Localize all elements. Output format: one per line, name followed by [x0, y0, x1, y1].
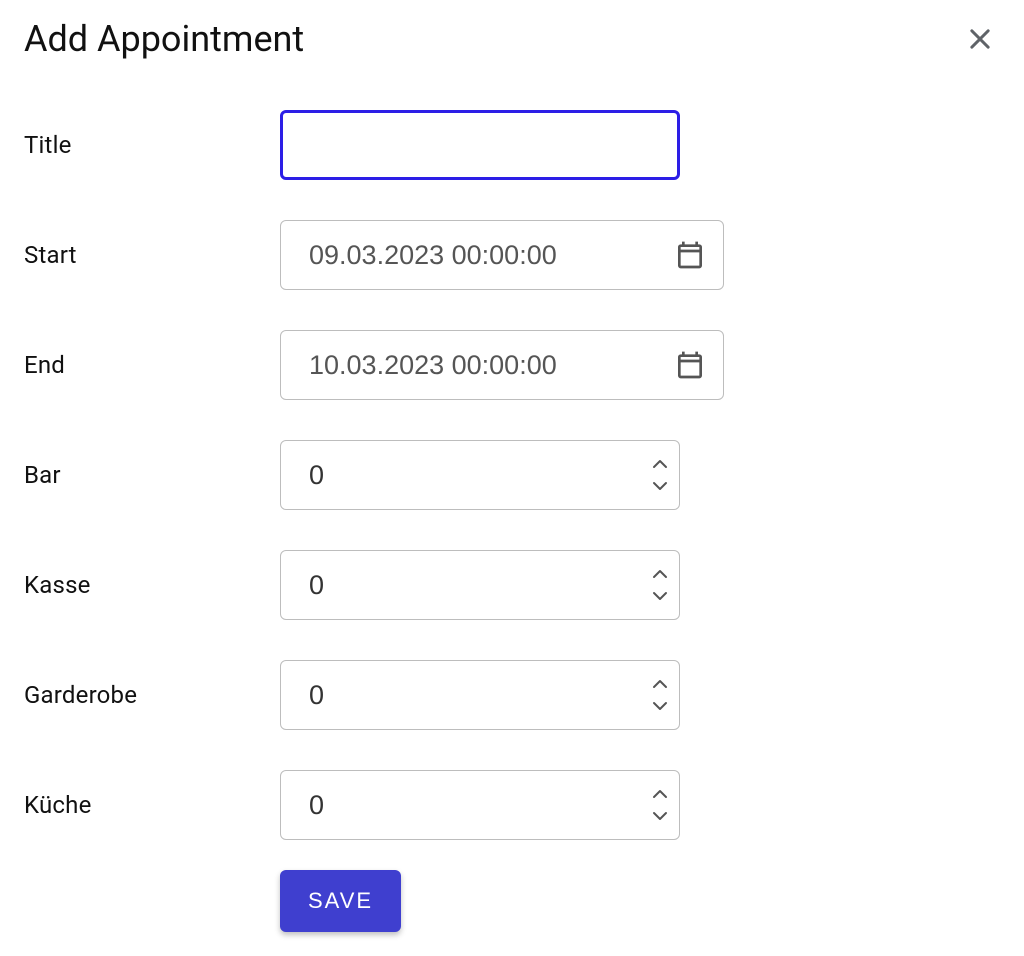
start-datetime-input[interactable]	[280, 220, 724, 290]
kasse-label: Kasse	[24, 571, 280, 599]
chevron-up-icon	[652, 459, 668, 469]
kasse-decrement-button[interactable]	[650, 589, 670, 603]
title-input[interactable]	[280, 110, 680, 180]
appointment-form: Title Start End Bar	[0, 70, 1024, 956]
bar-increment-button[interactable]	[650, 457, 670, 471]
kueche-stepper-input[interactable]	[280, 770, 680, 840]
end-datetime-input[interactable]	[280, 330, 724, 400]
kueche-decrement-button[interactable]	[650, 809, 670, 823]
end-label: End	[24, 351, 280, 379]
title-label: Title	[24, 131, 280, 159]
bar-decrement-button[interactable]	[650, 479, 670, 493]
chevron-up-icon	[652, 789, 668, 799]
kueche-label: Küche	[24, 791, 280, 819]
save-button[interactable]: SAVE	[280, 870, 401, 932]
chevron-down-icon	[652, 591, 668, 601]
garderobe-decrement-button[interactable]	[650, 699, 670, 713]
close-button[interactable]	[960, 19, 1000, 59]
end-datepicker-button[interactable]	[670, 345, 710, 385]
dialog-title: Add Appointment	[24, 18, 304, 60]
calendar-icon	[674, 239, 706, 271]
chevron-up-icon	[652, 679, 668, 689]
chevron-down-icon	[652, 701, 668, 711]
start-datepicker-button[interactable]	[670, 235, 710, 275]
bar-stepper-input[interactable]	[280, 440, 680, 510]
bar-label: Bar	[24, 461, 280, 489]
chevron-down-icon	[652, 811, 668, 821]
chevron-down-icon	[652, 481, 668, 491]
kasse-stepper-input[interactable]	[280, 550, 680, 620]
kueche-increment-button[interactable]	[650, 787, 670, 801]
close-icon	[966, 25, 994, 53]
calendar-icon	[674, 349, 706, 381]
kasse-increment-button[interactable]	[650, 567, 670, 581]
garderobe-label: Garderobe	[24, 681, 280, 709]
garderobe-increment-button[interactable]	[650, 677, 670, 691]
start-label: Start	[24, 241, 280, 269]
garderobe-stepper-input[interactable]	[280, 660, 680, 730]
chevron-up-icon	[652, 569, 668, 579]
